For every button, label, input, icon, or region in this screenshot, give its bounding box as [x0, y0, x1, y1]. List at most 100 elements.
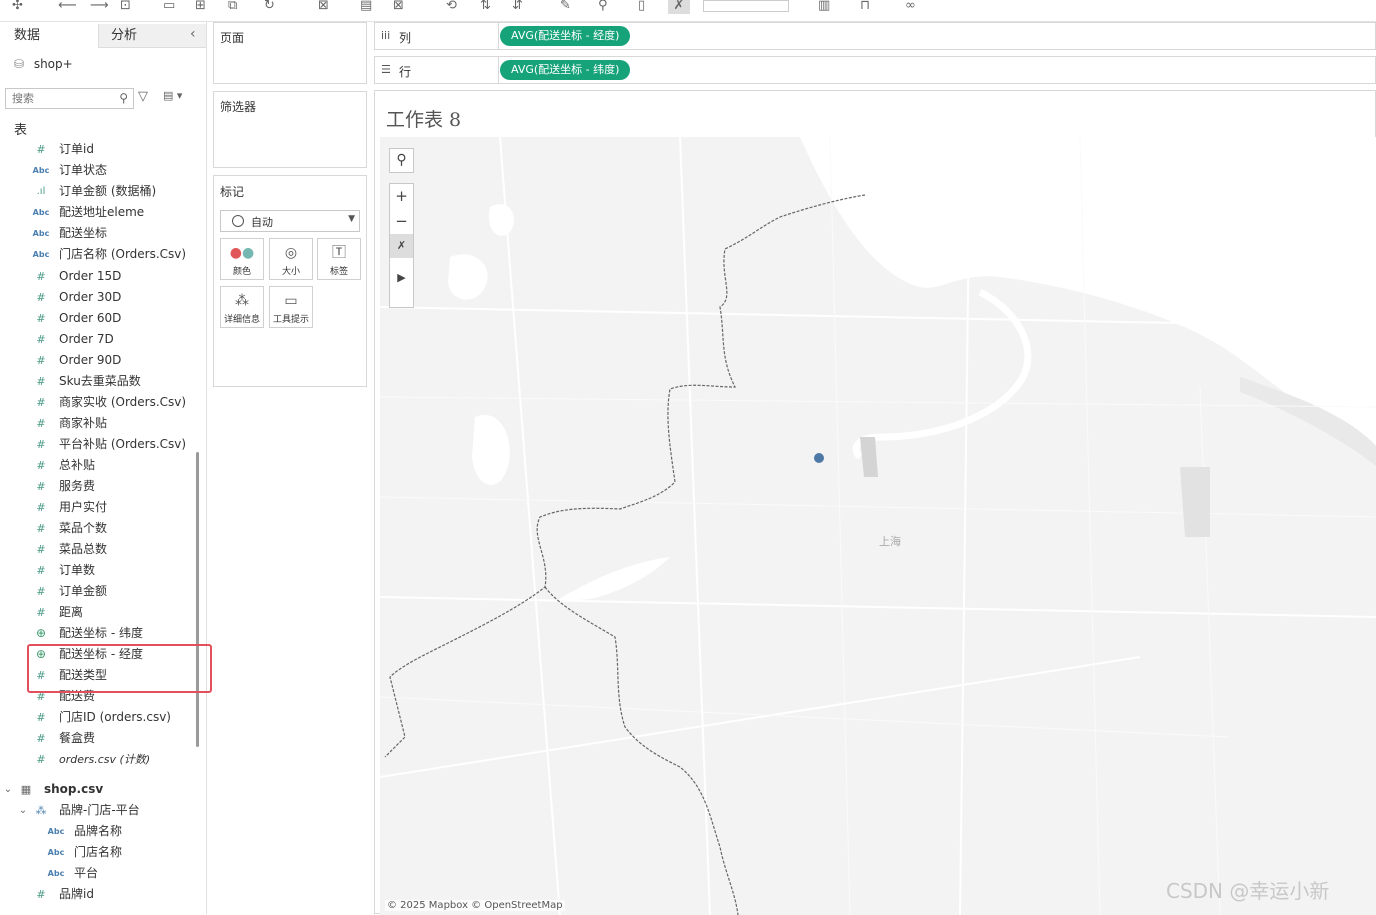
number-icon: # — [36, 417, 46, 430]
size-button[interactable]: ◎ 大小 — [269, 238, 313, 280]
pin-icon[interactable]: ⚲ — [598, 0, 608, 14]
collapse-panel-icon[interactable]: ‹ — [190, 26, 196, 42]
sort-desc-icon[interactable]: ⊠ — [393, 0, 404, 14]
number-icon: # — [36, 143, 46, 156]
field-label: 订单id — [59, 142, 94, 156]
filter-icon[interactable]: ▽ — [138, 89, 154, 107]
tooltip-button[interactable]: ▭ 工具提示 — [269, 286, 313, 328]
watermark: CSDN @幸运小新 — [1166, 879, 1330, 903]
undo-icon[interactable]: ⟵ — [58, 0, 77, 14]
field-label: Sku去重菜品数 — [59, 374, 141, 388]
string-icon: Abc — [47, 827, 65, 836]
field-label: 服务费 — [59, 479, 96, 493]
number-icon: # — [36, 480, 46, 493]
field-label: 订单状态 — [59, 163, 108, 177]
sheet-title[interactable]: 工作表 8 — [386, 105, 461, 132]
field-label: 菜品个数 — [59, 521, 108, 535]
field-label: 商家补贴 — [59, 416, 108, 430]
presentation-icon[interactable]: ⊓ — [860, 0, 870, 14]
number-icon: # — [36, 438, 46, 451]
sort-asc-icon[interactable]: ▤ — [360, 0, 372, 14]
rows-label: 行 — [399, 65, 412, 79]
marks-title: 标记 — [220, 185, 245, 199]
label-label: 标签 — [329, 267, 348, 277]
tooltip-label: 工具提示 — [272, 315, 309, 325]
number-icon: # — [36, 396, 46, 409]
swap-icon[interactable]: ⊠ — [318, 0, 329, 14]
number-icon: # — [36, 501, 46, 514]
map-canvas[interactable]: ⚲ + − ✗ ▶ 上海 © 2025 Mapbox © OpenStreetM… — [380, 137, 1376, 915]
highlight-icon[interactable]: ⟲ — [446, 0, 457, 14]
size-icon: ◎ — [284, 245, 298, 261]
worksheet-view: 工作表 8 ⚲ + − ✗ ▶ 上海 © 2025 Mapbox © OpenS… — [374, 90, 1376, 915]
number-icon: # — [36, 291, 46, 304]
field-label: 品牌名称 — [74, 824, 123, 838]
number-icon: # — [36, 459, 46, 472]
field-label: 门店ID (orders.csv) — [59, 710, 171, 724]
columns-shelf[interactable]: iii 列 AVG(配送坐标 - 经度) — [374, 22, 1376, 50]
field-label: 订单金额 — [59, 584, 108, 598]
color-button[interactable]: ●● 颜色 — [220, 238, 264, 280]
size-label: 大小 — [281, 267, 300, 277]
tab-data[interactable]: 数据 — [0, 24, 98, 48]
filters-pane[interactable]: 筛选器 — [213, 91, 367, 168]
share-icon[interactable]: ∞ — [905, 0, 916, 14]
duplicate-icon[interactable]: ⧉ — [228, 0, 237, 14]
datasource-item[interactable]: ⛁ shop+ — [14, 55, 73, 73]
detail-icon: ⁂ — [235, 293, 249, 309]
bin-icon: .ıl — [36, 186, 46, 197]
string-icon: Abc — [32, 208, 50, 217]
columns-label: 列 — [399, 31, 412, 45]
field-label: orders.csv (计数) — [59, 753, 151, 766]
field-label: 用户实付 — [59, 500, 108, 514]
field-label: Order 60D — [59, 311, 122, 325]
columns-pill[interactable]: AVG(配送坐标 - 经度) — [500, 26, 631, 46]
map-attribution[interactable]: © 2025 Mapbox © OpenStreetMap — [385, 900, 565, 911]
fix-axes-icon[interactable]: ✗ — [668, 0, 690, 14]
field-label: 配送坐标 - 纬度 — [59, 626, 143, 640]
fit-dropdown[interactable] — [703, 0, 789, 12]
search-box[interactable]: ⚲ — [5, 88, 134, 109]
mark-type-dropdown[interactable]: 自动 ▼ — [220, 210, 360, 232]
search-input[interactable] — [6, 89, 111, 108]
label-icon: 🅃 — [332, 245, 346, 261]
field-label: 品牌id — [59, 887, 94, 901]
new-datasource-icon[interactable]: ⊡ — [120, 0, 131, 14]
redo-icon[interactable]: ⟶ — [90, 0, 109, 14]
search-icon[interactable]: ⚲ — [119, 91, 128, 105]
string-icon: Abc — [47, 848, 65, 857]
sort-icon[interactable]: ⇵ — [512, 0, 523, 14]
number-icon: # — [36, 711, 46, 724]
circle-mark-icon — [232, 215, 244, 227]
rows-pill[interactable]: AVG(配送坐标 - 纬度) — [500, 60, 631, 80]
field-label: Order 7D — [59, 332, 114, 346]
field-label: 订单金额 (数据桶) — [59, 184, 157, 198]
group-icon[interactable]: ⇅ — [480, 0, 491, 14]
pen-icon[interactable]: ✎ — [560, 0, 571, 14]
field-label: 品牌-门店-平台 — [59, 803, 140, 817]
pages-pane[interactable]: 页面 — [213, 22, 367, 84]
data-point[interactable] — [814, 453, 824, 463]
label-icon[interactable]: ▯ — [638, 0, 645, 14]
datasource-icon: ⛁ — [14, 57, 25, 71]
chevron-down-icon[interactable]: ⌄ — [17, 800, 29, 821]
field-label: 订单数 — [59, 563, 96, 577]
view-options-icon[interactable]: ▤ ▾ — [163, 89, 195, 107]
chevron-down-icon[interactable]: ⌄ — [2, 779, 14, 800]
hierarchy-icon: ⁂ — [35, 804, 47, 817]
save-icon[interactable]: ▭ — [163, 0, 175, 14]
label-button[interactable]: 🅃 标签 — [317, 238, 361, 280]
data-panel: 数据 分析 ‹ ⛁ shop+ ⚲ ▽ ▤ ▾ 表 #订单idAbc订单状态.ı… — [0, 22, 212, 914]
show-me-icon[interactable]: ▥ — [818, 0, 830, 14]
scrollbar[interactable] — [196, 452, 199, 747]
toolbar: ✣ ⟵ ⟶ ⊡ ▭ ⊞ ⧉ ↻ ⊠ ▤ ⊠ ⟲ ⇅ ⇵ ✎ ⚲ ▯ ✗ ▥ ⊓ … — [0, 0, 1376, 22]
number-icon: # — [36, 585, 46, 598]
rows-shelf[interactable]: ☰ 行 AVG(配送坐标 - 纬度) — [374, 56, 1376, 84]
new-worksheet-icon[interactable]: ⊞ — [195, 0, 206, 14]
clear-icon[interactable]: ↻ — [264, 0, 275, 14]
rows-icon: ☰ — [381, 63, 391, 76]
field-label: 菜品总数 — [59, 542, 108, 556]
detail-button[interactable]: ⁂ 详细信息 — [220, 286, 264, 328]
tooltip-icon: ▭ — [284, 293, 298, 309]
tableau-logo-icon[interactable]: ✣ — [12, 0, 23, 14]
